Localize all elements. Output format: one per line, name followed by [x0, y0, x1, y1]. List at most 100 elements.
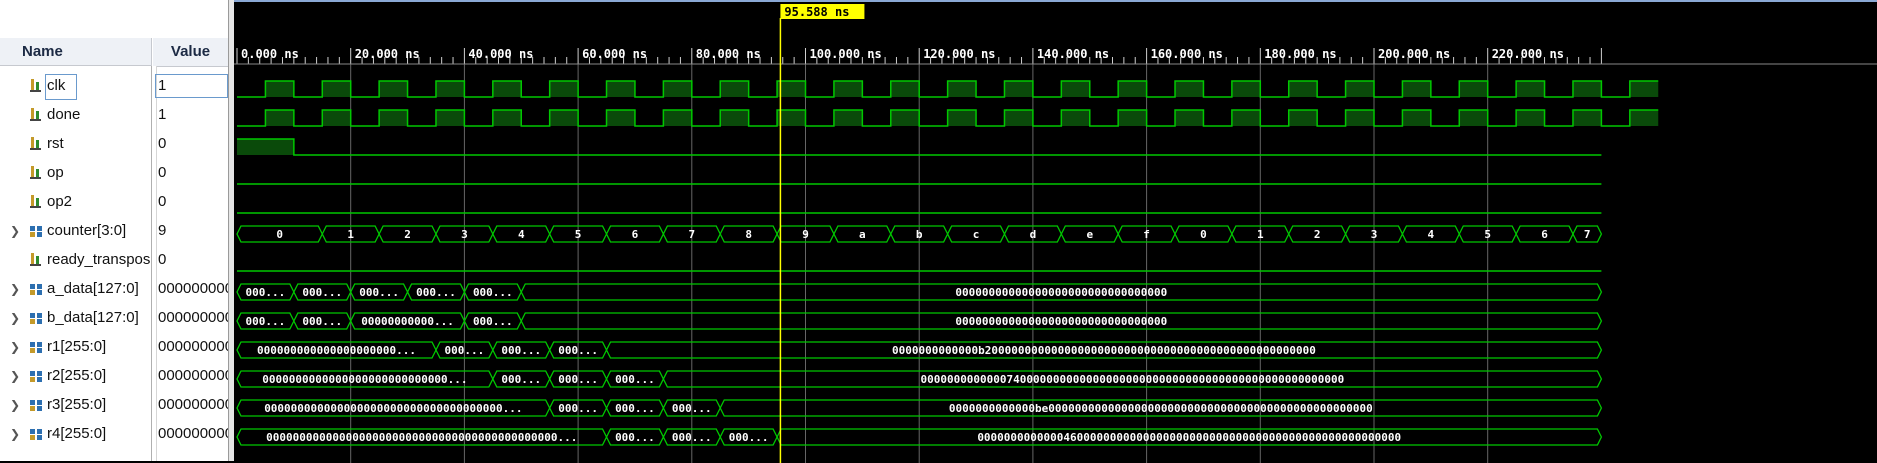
- bus-signal-icon: [29, 223, 43, 238]
- bus-value-label: d: [1030, 228, 1037, 241]
- bus-value-label: 2: [404, 228, 411, 241]
- bus-value-label: 0000000000000460000000000000000000000000…: [977, 431, 1401, 444]
- panel-toolbar-area: [0, 0, 228, 38]
- signal-name[interactable]: rst: [47, 135, 151, 152]
- signal-name[interactable]: op2: [47, 193, 151, 210]
- expand-chevron-icon[interactable]: ❯: [10, 427, 20, 441]
- wave-high-fill: [1629, 81, 1659, 97]
- wave-high-fill: [1629, 110, 1659, 126]
- bus-value-label: 0000000000000b20000000000000000000000000…: [892, 344, 1316, 357]
- bus-value-label: 0: [276, 228, 283, 241]
- wave-high-fill: [1004, 110, 1033, 126]
- wave-high-fill: [890, 110, 920, 126]
- wave-high-fill: [1572, 81, 1602, 97]
- bus-value-label: 000...: [558, 344, 598, 357]
- bit-signal-icon: [29, 136, 43, 151]
- signal-name[interactable]: b_data[127:0]: [47, 309, 151, 326]
- bus-value-label: 000...: [672, 402, 712, 415]
- wave-high-fill: [1118, 110, 1147, 126]
- expand-chevron-icon[interactable]: ❯: [10, 311, 20, 325]
- expand-chevron-icon[interactable]: ❯: [10, 340, 20, 354]
- bus-value-label: 000...: [615, 373, 655, 386]
- bus-value-label: c: [973, 228, 980, 241]
- waveform-viewer[interactable]: 0.000 ns 20.000 ns 40.000 ns 60.000 ns 80.00…: [234, 0, 1877, 463]
- bus-value-label: 000...: [501, 344, 541, 357]
- expand-chevron-icon[interactable]: ❯: [10, 282, 20, 296]
- signal-name[interactable]: r3[255:0]: [47, 396, 151, 413]
- signal-value: 1: [158, 106, 167, 123]
- signal-value: 000000000: [158, 338, 228, 355]
- ruler-time-label: 180.000 ns: [1264, 47, 1336, 61]
- signal-row-op2[interactable]: op2 0: [0, 188, 228, 217]
- bus-value-label: 000...: [416, 286, 456, 299]
- wave-high-fill: [1516, 110, 1545, 126]
- wave-high-fill: [1402, 110, 1431, 126]
- signal-name[interactable]: r2[255:0]: [47, 367, 151, 384]
- bus-value-label: 000...: [246, 315, 286, 328]
- signal-row-ready-transpose[interactable]: ready_transpose 0: [0, 246, 228, 275]
- signal-name[interactable]: a_data[127:0]: [47, 280, 151, 297]
- bus-value-label: a: [859, 228, 866, 241]
- wave-high-fill: [1061, 81, 1090, 97]
- name-column-header[interactable]: Name: [0, 38, 152, 66]
- wave-high-fill: [1459, 81, 1488, 97]
- signal-row-done[interactable]: done 1: [0, 101, 228, 130]
- expand-chevron-icon[interactable]: ❯: [10, 398, 20, 412]
- signal-name[interactable]: r1[255:0]: [47, 338, 151, 355]
- signal-name[interactable]: clk: [47, 77, 151, 94]
- signal-value: 1: [158, 77, 167, 94]
- signal-name[interactable]: op: [47, 164, 151, 181]
- value-column-header[interactable]: Value: [153, 38, 228, 67]
- bus-value-label: 9: [802, 228, 809, 241]
- signal-name[interactable]: done: [47, 106, 151, 123]
- expand-chevron-icon[interactable]: ❯: [10, 369, 20, 383]
- wave-high-fill: [322, 110, 351, 126]
- wave-high-fill: [890, 81, 920, 97]
- signal-row-r3[interactable]: ❯ r3[255:0] 000000000: [0, 391, 228, 420]
- bus-value-label: 0: [1200, 228, 1207, 241]
- wave-high-fill: [833, 81, 863, 97]
- wave-high-fill: [1345, 81, 1374, 97]
- signal-name[interactable]: r4[255:0]: [47, 425, 151, 442]
- signal-row-a-data[interactable]: ❯ a_data[127:0] 000000000: [0, 275, 228, 304]
- wave-high-fill: [663, 110, 692, 126]
- signal-row-b-data[interactable]: ❯ b_data[127:0] 000000000: [0, 304, 228, 333]
- ruler-time-label: 60.000 ns: [582, 47, 647, 61]
- expand-chevron-icon[interactable]: ❯: [10, 224, 20, 238]
- wave-high-fill: [322, 81, 351, 97]
- signal-value: 9: [158, 222, 167, 239]
- signal-row-op[interactable]: op 0: [0, 159, 228, 188]
- bus-signal-icon: [29, 281, 43, 296]
- bus-value-label: 6: [632, 228, 639, 241]
- wave-high-fill: [435, 110, 465, 126]
- bus-value-label: 3: [461, 228, 468, 241]
- signal-row-counter[interactable]: ❯ counter[3:0] 9: [0, 217, 228, 246]
- signal-name[interactable]: ready_transpose: [47, 251, 151, 268]
- wave-high-fill: [549, 81, 579, 97]
- signal-row-r4[interactable]: ❯ r4[255:0] 000000000: [0, 420, 228, 449]
- signal-row-rst[interactable]: rst 0: [0, 130, 228, 159]
- bus-value-label: f: [1143, 228, 1150, 241]
- bus-value-label: 000...: [473, 315, 513, 328]
- signal-row-r2[interactable]: ❯ r2[255:0] 000000000: [0, 362, 228, 391]
- bus-value-label: 1: [347, 228, 354, 241]
- wave-high-fill: [606, 110, 635, 126]
- signal-row-clk[interactable]: clk 1: [0, 72, 228, 101]
- signal-name[interactable]: counter[3:0]: [47, 222, 151, 239]
- wave-high-fill: [947, 110, 977, 126]
- ruler-time-label: 100.000 ns: [810, 47, 882, 61]
- bus-signal-icon: [29, 397, 43, 412]
- wave-high-fill: [663, 81, 692, 97]
- bus-value-label: 000...: [615, 431, 655, 444]
- wave-high-fill: [435, 81, 465, 97]
- waveform-canvas[interactable]: 0.000 ns 20.000 ns 40.000 ns 60.000 ns 80.00…: [234, 2, 1877, 463]
- signal-row-r1[interactable]: ❯ r1[255:0] 000000000: [0, 333, 228, 362]
- wave-high-fill: [265, 110, 294, 126]
- wave-high-fill: [606, 81, 635, 97]
- bus-value-label: 000...: [558, 402, 598, 415]
- wave-high-fill: [1175, 110, 1204, 126]
- bit-signal-icon: [29, 107, 43, 122]
- bus-value-label: 000...: [615, 402, 655, 415]
- bus-value-label: 00000000000...: [361, 315, 454, 328]
- wave-high-fill: [1288, 110, 1318, 126]
